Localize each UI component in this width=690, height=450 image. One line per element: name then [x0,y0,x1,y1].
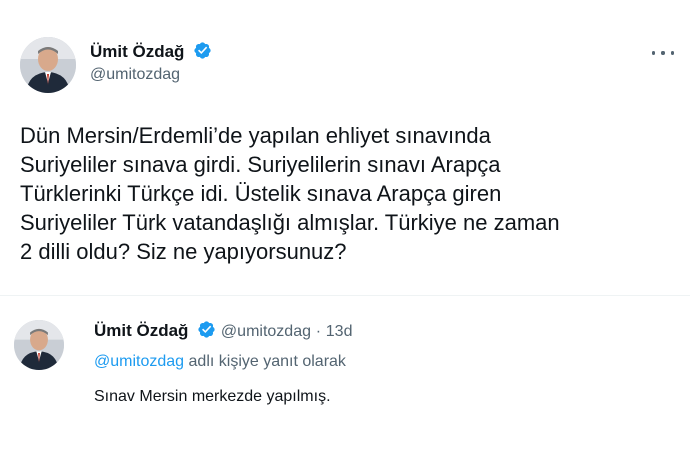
reply-timestamp[interactable]: 13d [326,323,353,340]
reply-text: Sınav Mersin merkezde yapılmış. [94,388,331,405]
display-name-text: Ümit Özdağ [90,42,185,61]
reply-avatar[interactable] [14,320,64,370]
verified-badge-icon [198,321,215,338]
tweet-text: Dün Mersin/Erdemli’de yapılan ehliyet sı… [20,123,560,264]
reply-tweet[interactable]: Ümit Özdağ @umitozdag · 13d @umitozdag a… [0,296,690,450]
avatar[interactable] [20,37,76,93]
more-horizontal-icon[interactable] [652,48,674,58]
avatar-image [20,37,76,93]
tweet-thread: Ümit Özdağ @umitozdag Dün Mersin/Erdemli… [0,0,690,450]
replying-to-context: @umitozdag adlı kişiye yanıt olarak [94,352,346,372]
handle[interactable]: @umitozdag [90,65,180,85]
reply-to-suffix: adlı kişiye yanıt olarak [188,353,346,370]
reply-handle[interactable]: @umitozdag [221,323,311,340]
meta-separator: · [315,323,322,340]
reply-display-name[interactable]: Ümit Özdağ [94,321,188,340]
main-tweet[interactable]: Ümit Özdağ @umitozdag Dün Mersin/Erdemli… [0,0,690,296]
reply-header: Ümit Özdağ @umitozdag · 13d [94,320,352,342]
reply-to-mention-link[interactable]: @umitozdag [94,353,184,370]
verified-badge-icon [194,42,211,59]
display-name[interactable]: Ümit Özdağ [90,41,212,62]
avatar-image [14,320,64,370]
